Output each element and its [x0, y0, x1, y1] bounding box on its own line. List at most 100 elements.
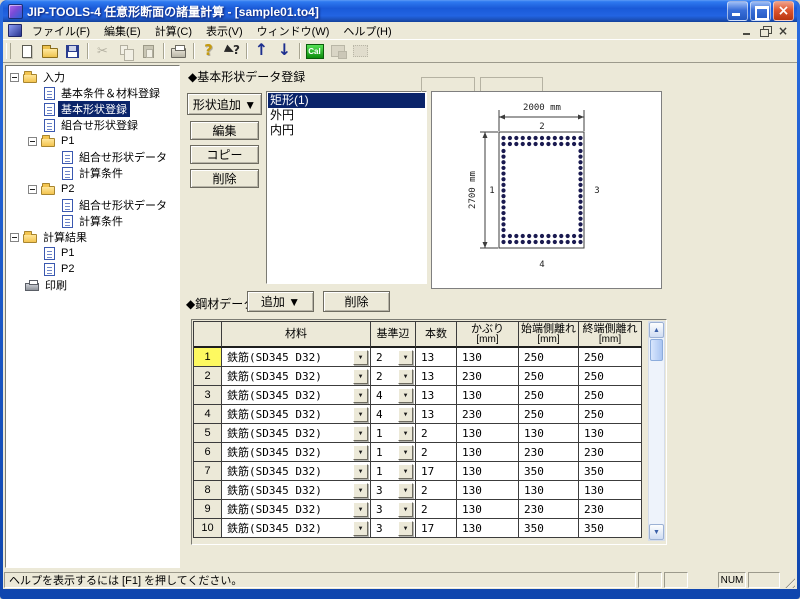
dropdown-button[interactable]	[353, 445, 368, 460]
cell-edge[interactable]: 2	[371, 348, 416, 367]
cell-end_offset[interactable]: 250	[579, 348, 642, 367]
scrollbar-thumb[interactable]	[650, 339, 663, 361]
cell-start_offset[interactable]: 130	[519, 424, 579, 443]
child-close-button[interactable]	[775, 24, 791, 38]
cell-material[interactable]: 鉄筋(SD345 D32)	[222, 386, 371, 405]
collapse-icon[interactable]	[10, 233, 19, 242]
cell-end_offset[interactable]: 250	[579, 367, 642, 386]
cell-end_offset[interactable]: 130	[579, 424, 642, 443]
row-selector[interactable]: 2	[194, 367, 222, 386]
steel-delete-button[interactable]: 削除	[323, 291, 390, 312]
row-selector[interactable]: 8	[194, 481, 222, 500]
context-help-button[interactable]	[220, 41, 243, 62]
cell-cover[interactable]: 130	[457, 443, 519, 462]
cell-cover[interactable]: 130	[457, 519, 519, 538]
cell-cover[interactable]: 130	[457, 481, 519, 500]
row-selector[interactable]: 10	[194, 519, 222, 538]
tree-item-p1-combined-data[interactable]: 組合せ形状データ	[6, 149, 179, 165]
dropdown-button[interactable]	[353, 483, 368, 498]
dropdown-button[interactable]	[398, 502, 413, 517]
cell-edge[interactable]: 1	[371, 462, 416, 481]
add-shape-button[interactable]: 形状追加 ▼	[187, 93, 262, 115]
cell-start_offset[interactable]: 350	[519, 462, 579, 481]
dropdown-button[interactable]	[398, 483, 413, 498]
menu-view[interactable]: 表示(V)	[199, 22, 250, 40]
cell-edge[interactable]: 1	[371, 424, 416, 443]
cell-edge[interactable]: 3	[371, 519, 416, 538]
row-selector[interactable]: 9	[194, 500, 222, 519]
move-down-button[interactable]	[273, 41, 296, 62]
tree-item-combined-shape[interactable]: 組合せ形状登録	[6, 117, 179, 133]
cell-count[interactable]: 2	[416, 500, 457, 519]
delete-button[interactable]: 削除	[190, 169, 259, 188]
resize-grip[interactable]	[782, 575, 795, 588]
cell-start_offset[interactable]: 250	[519, 367, 579, 386]
cell-end_offset[interactable]: 250	[579, 405, 642, 424]
close-button[interactable]	[773, 1, 794, 21]
cell-count[interactable]: 13	[416, 348, 457, 367]
cell-count[interactable]: 2	[416, 443, 457, 462]
dropdown-button[interactable]	[398, 521, 413, 536]
row-selector[interactable]: 7	[194, 462, 222, 481]
tree-item-result-p2[interactable]: P2	[6, 261, 179, 277]
dropdown-button[interactable]	[353, 369, 368, 384]
dropdown-button[interactable]	[398, 388, 413, 403]
collapse-icon[interactable]	[28, 137, 37, 146]
child-minimize-button[interactable]	[739, 24, 755, 38]
cell-material[interactable]: 鉄筋(SD345 D32)	[222, 405, 371, 424]
shape-list-item-3[interactable]: 内円	[268, 123, 425, 138]
calculate-button[interactable]: Cal	[303, 41, 326, 62]
cell-count[interactable]: 17	[416, 462, 457, 481]
dropdown-button[interactable]	[353, 388, 368, 403]
cell-material[interactable]: 鉄筋(SD345 D32)	[222, 500, 371, 519]
new-file-button[interactable]	[15, 41, 38, 62]
maximize-button[interactable]	[750, 1, 771, 21]
menu-window[interactable]: ウィンドウ(W)	[250, 22, 337, 40]
cell-end_offset[interactable]: 230	[579, 443, 642, 462]
dropdown-button[interactable]	[398, 426, 413, 441]
tree-item-p2-calc-conditions[interactable]: 計算条件	[6, 213, 179, 229]
dropdown-button[interactable]	[353, 350, 368, 365]
dropdown-button[interactable]	[353, 426, 368, 441]
cell-material[interactable]: 鉄筋(SD345 D32)	[222, 367, 371, 386]
scroll-up-button[interactable]	[649, 322, 664, 338]
menu-calc[interactable]: 計算(C)	[148, 22, 199, 40]
tree-item-results[interactable]: 計算結果	[6, 229, 179, 245]
row-selector[interactable]: 4	[194, 405, 222, 424]
cell-cover[interactable]: 130	[457, 500, 519, 519]
tree-item-basic-conditions[interactable]: 基本条件＆材料登録	[6, 85, 179, 101]
tree-item-p1-calc-conditions[interactable]: 計算条件	[6, 165, 179, 181]
tree-item-result-p1[interactable]: P1	[6, 245, 179, 261]
cell-cover[interactable]: 130	[457, 424, 519, 443]
copy-button[interactable]: コピー	[190, 145, 259, 164]
row-selector[interactable]: 1	[194, 348, 222, 367]
cell-edge[interactable]: 3	[371, 481, 416, 500]
cell-count[interactable]: 13	[416, 386, 457, 405]
cell-end_offset[interactable]: 230	[579, 500, 642, 519]
dropdown-button[interactable]	[398, 407, 413, 422]
tree-item-p1[interactable]: P1	[6, 133, 179, 149]
menu-help[interactable]: ヘルプ(H)	[336, 22, 398, 40]
cell-material[interactable]: 鉄筋(SD345 D32)	[222, 424, 371, 443]
cell-end_offset[interactable]: 130	[579, 481, 642, 500]
cell-start_offset[interactable]: 250	[519, 386, 579, 405]
child-restore-button[interactable]	[757, 24, 773, 38]
tree-item-print[interactable]: 印刷	[6, 277, 179, 293]
cell-edge[interactable]: 3	[371, 500, 416, 519]
row-selector[interactable]: 5	[194, 424, 222, 443]
dropdown-button[interactable]	[398, 445, 413, 460]
cell-edge[interactable]: 4	[371, 386, 416, 405]
menu-file[interactable]: ファイル(F)	[25, 22, 97, 40]
tree-item-input[interactable]: 入力	[6, 69, 179, 85]
dropdown-button[interactable]	[353, 464, 368, 479]
table-scrollbar[interactable]	[648, 321, 665, 541]
row-selector[interactable]: 3	[194, 386, 222, 405]
tree-item-p2[interactable]: P2	[6, 181, 179, 197]
cell-edge[interactable]: 4	[371, 405, 416, 424]
cell-count[interactable]: 13	[416, 405, 457, 424]
tree-item-p2-combined-data[interactable]: 組合せ形状データ	[6, 197, 179, 213]
cell-edge[interactable]: 2	[371, 367, 416, 386]
move-up-button[interactable]	[250, 41, 273, 62]
cell-start_offset[interactable]: 350	[519, 519, 579, 538]
steel-add-button[interactable]: 追加 ▼	[247, 291, 314, 312]
